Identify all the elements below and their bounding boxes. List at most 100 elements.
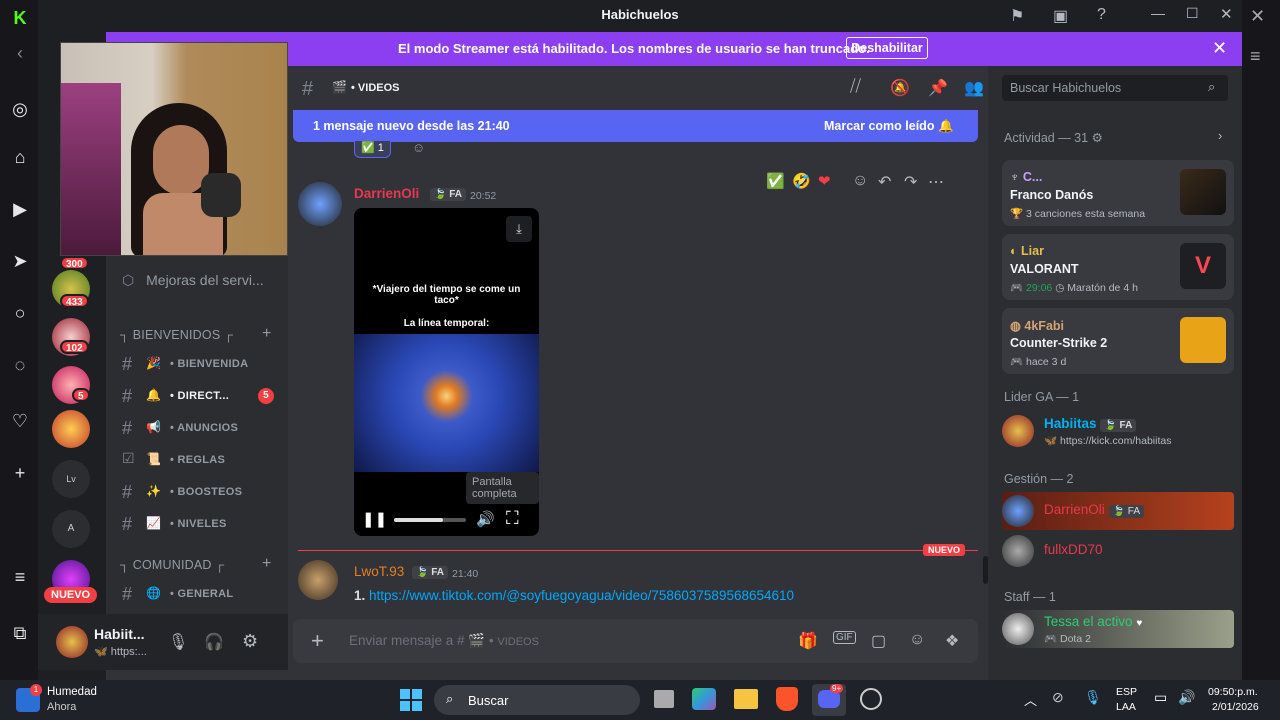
mark-as-read-button[interactable]: Marcar como leído 🔔 — [824, 119, 954, 134]
volume-icon[interactable]: 🔊 — [476, 510, 495, 528]
kick-logo-icon[interactable]: K — [9, 7, 31, 29]
close-window-icon[interactable]: ✕ — [1220, 5, 1233, 23]
network-off-icon[interactable]: ⊘ — [1052, 689, 1064, 706]
apps-icon[interactable]: ❖ — [945, 631, 959, 651]
avatar[interactable] — [298, 182, 342, 226]
new-messages-bar[interactable]: 1 mensaje nuevo desde las 21:40 Marcar c… — [293, 110, 978, 142]
server-folder-icon[interactable]: A — [52, 510, 90, 548]
heart-reaction-icon[interactable]: ❤ — [818, 172, 831, 190]
taskbar-search[interactable]: ⌕ Buscar — [434, 685, 640, 715]
avatar[interactable] — [298, 560, 338, 600]
file-explorer-icon[interactable] — [734, 689, 758, 709]
youtube-icon[interactable]: ▶ — [9, 198, 31, 220]
add-reaction-icon[interactable]: ☺ — [412, 140, 425, 155]
member-item[interactable]: Tessa el activo ♥ 🎮 Dota 2 — [1002, 610, 1234, 648]
sticker-icon[interactable]: ▢ — [871, 631, 886, 651]
heart-icon[interactable]: ♡ — [9, 410, 31, 432]
add-channel-icon[interactable]: + — [262, 325, 271, 343]
extensions-icon[interactable]: ⧉ — [9, 622, 31, 644]
microphone-icon[interactable]: 🎙 — [1084, 689, 1102, 706]
language-code[interactable]: ESP — [1116, 686, 1137, 698]
obs-icon[interactable] — [860, 688, 882, 710]
category-header[interactable]: ┐ COMUNIDAD ┌ — [120, 558, 224, 572]
laugh-reaction-icon[interactable]: 🤣 — [792, 172, 811, 190]
home-icon[interactable]: ⌂ — [9, 146, 31, 168]
message-author[interactable]: DarrienOli — [354, 186, 419, 201]
menu-icon[interactable]: ≡ — [9, 566, 31, 588]
minimize-icon[interactable]: — — [1151, 5, 1165, 21]
avatar[interactable] — [56, 626, 88, 658]
headphones-icon[interactable]: 🎧 — [204, 632, 224, 652]
inbox-icon[interactable]: ⚑ — [1010, 6, 1024, 26]
channel-item-boosteos[interactable]: # ✨ • BOOSTEOS — [122, 482, 282, 504]
video-player[interactable]: ⤓ *Viajero del tiempo se come un taco* L… — [354, 208, 539, 536]
menu-icon[interactable]: ≡ — [1250, 46, 1261, 67]
activity-card[interactable]: ◐ Liar VALORANT 🎮 29:06 ◷ Maratón de 4 h… — [1002, 234, 1234, 300]
activity-card[interactable]: ◍ 4kFabi Counter-Strike 2 🎮 hace 3 d — [1002, 308, 1234, 374]
windows-start-icon[interactable] — [400, 689, 422, 711]
gear-icon[interactable]: ⚙ — [1092, 131, 1103, 145]
search-icon[interactable]: ○ — [9, 302, 31, 324]
members-icon[interactable]: 👥 — [964, 78, 984, 98]
task-view-icon[interactable] — [654, 690, 674, 708]
volume-icon[interactable]: 🔊 — [1178, 689, 1195, 706]
member-item[interactable]: Habiitas 🍃 FA 🦋 https://kick.com/habiita… — [1002, 412, 1234, 450]
message-link[interactable]: https://www.tiktok.com/@soyfuegoyagua/vi… — [369, 588, 794, 603]
send-icon[interactable]: ➤ — [9, 250, 31, 272]
display-icon[interactable]: ▭ — [1154, 689, 1167, 706]
forward-icon[interactable]: ↷ — [904, 172, 917, 192]
discord-taskbar-item[interactable]: 9+ — [812, 684, 846, 716]
keyboard-layout[interactable]: LAA — [1116, 701, 1136, 713]
gif-icon[interactable]: GIF — [833, 631, 856, 644]
channel-item-anuncios[interactable]: # 📢 • ANUNCIOS — [122, 418, 282, 440]
add-reaction-icon[interactable]: ☺ — [852, 172, 868, 190]
new-servers-badge[interactable]: NUEVO — [44, 587, 98, 603]
server-folder-icon[interactable]: Lv — [52, 460, 90, 498]
add-icon[interactable]: + — [9, 462, 31, 484]
chevron-right-icon[interactable]: › — [1218, 128, 1222, 143]
pause-icon[interactable]: ❚❚ — [362, 510, 387, 528]
progress-track[interactable] — [394, 518, 466, 522]
whatsapp-icon[interactable]: ◌ — [9, 354, 31, 376]
check-reaction-icon[interactable]: ✅ — [766, 172, 785, 190]
help-icon[interactable]: ? — [1097, 6, 1106, 24]
server-boost-item[interactable]: ⬡ Mejoras del servi... — [122, 272, 264, 289]
add-channel-icon[interactable]: + — [262, 555, 271, 573]
member-item[interactable]: DarrienOli 🍃 FA — [1002, 492, 1234, 530]
category-header[interactable]: ┐ BIENVENIDOS ┌ — [120, 328, 233, 342]
reaction-chip[interactable]: ✅ 1 — [354, 140, 391, 158]
channel-item-direct[interactable]: # 🔔 • DIRECT... 5 — [122, 386, 282, 408]
disable-streamer-button[interactable]: Deshabilitar — [846, 37, 928, 59]
brave-icon[interactable] — [776, 687, 798, 711]
emoji-icon[interactable]: ☺ — [909, 631, 925, 649]
back-arrow-icon[interactable]: ‹ — [9, 42, 31, 64]
maximize-icon[interactable]: ☐ — [1186, 5, 1199, 22]
mute-bell-icon[interactable]: 🔕 — [890, 78, 910, 98]
chevron-up-icon[interactable]: ︿ — [1024, 690, 1037, 709]
add-attachment-icon[interactable]: + — [311, 628, 324, 654]
channel-item-reglas[interactable]: ☑ 📜 • REGLAS — [122, 450, 282, 472]
channel-item-general[interactable]: # 🌐 • GENERAL — [122, 584, 282, 606]
clock-date[interactable]: 2/01/2026 — [1212, 701, 1259, 713]
m365-icon[interactable] — [692, 688, 716, 710]
server-icon[interactable] — [52, 410, 90, 448]
message-author[interactable]: LwoT.93 — [354, 564, 404, 579]
clock-time[interactable]: 09:50:p.m. — [1208, 686, 1258, 698]
message-composer[interactable]: + Enviar mensaje a # 🎬 • VIDEOS 🎁 GIF ▢ … — [293, 619, 978, 663]
gear-icon[interactable]: ⚙ — [242, 631, 258, 652]
microphone-icon[interactable]: 🎙 — [168, 632, 188, 652]
more-icon[interactable]: ⋯ — [928, 172, 944, 192]
channel-item-niveles[interactable]: # 📈 • NIVELES — [122, 514, 282, 536]
threads-icon[interactable]: ⧸⧸ — [850, 78, 861, 96]
channel-item-bienvenida[interactable]: # 🎉 • BIENVENIDA — [122, 354, 282, 376]
close-icon[interactable]: ✕ — [1250, 6, 1265, 27]
reply-icon[interactable]: ↶ — [878, 172, 891, 192]
activity-card[interactable]: ♆ C... Franco Danós 🏆 3 canciones esta s… — [1002, 160, 1234, 226]
member-item[interactable]: fullxDD70 — [1002, 532, 1234, 570]
download-icon[interactable]: ⤓ — [506, 216, 532, 242]
instagram-icon[interactable]: ◎ — [9, 98, 31, 120]
search-input[interactable]: Buscar Habichuelos ⌕ — [1002, 75, 1228, 101]
pin-icon[interactable]: 📌 — [928, 78, 948, 98]
gift-icon[interactable]: 🎁 — [798, 631, 818, 651]
close-icon[interactable]: ✕ — [1212, 38, 1227, 59]
